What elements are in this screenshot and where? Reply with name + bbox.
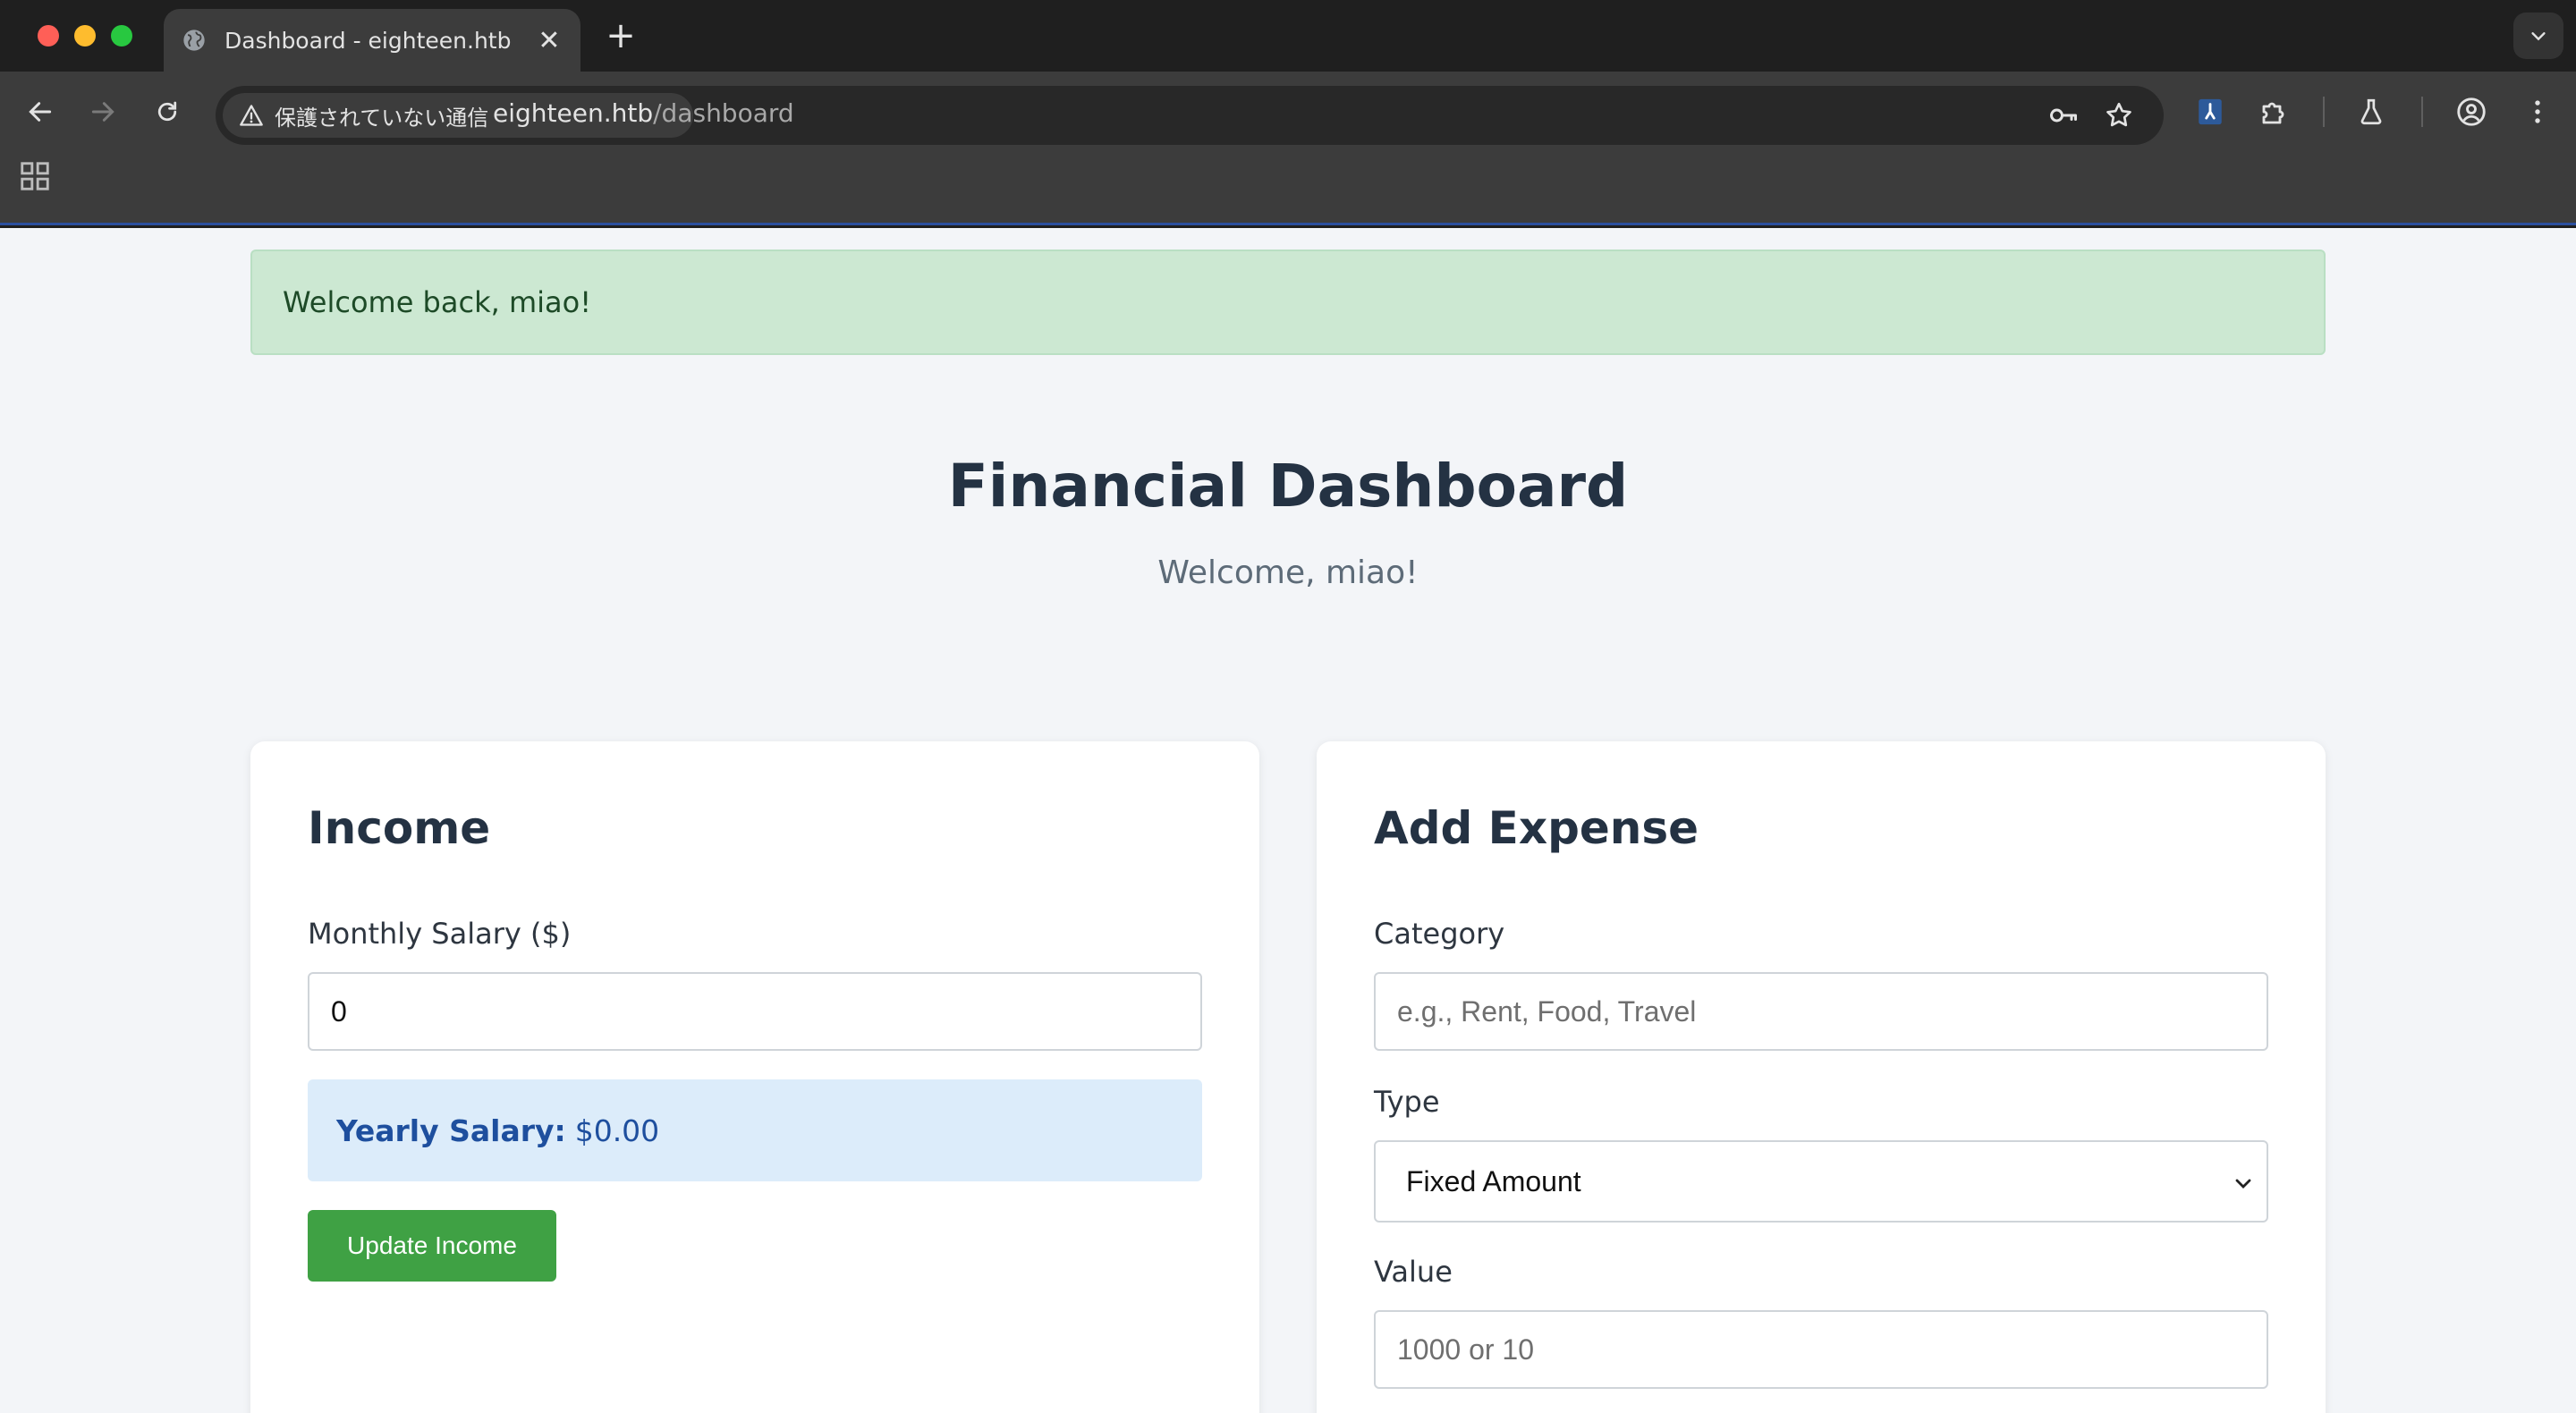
toolbar-separator — [2323, 97, 2325, 127]
tab-title: Dashboard - eighteen.htb — [225, 27, 512, 54]
browser-toolbar: 保護されていない通信 eighteen.htb/dashboard — [0, 72, 2576, 225]
chevron-down-icon — [2235, 1179, 2251, 1189]
security-label: 保護されていない通信 — [275, 105, 489, 131]
reload-button[interactable] — [145, 89, 190, 134]
key-icon — [2050, 108, 2077, 123]
page-title: Financial Dashboard — [947, 452, 1629, 520]
password-key-button[interactable] — [2047, 99, 2080, 131]
puzzle-icon — [2262, 102, 2284, 124]
page-content: Welcome back, miao! Financial Dashboard … — [0, 228, 2576, 1413]
yearly-salary-label: Yearly Salary: — [336, 1113, 566, 1148]
globe-icon — [183, 30, 205, 51]
flask-icon — [2360, 98, 2382, 125]
new-tab-button[interactable]: + — [601, 16, 640, 55]
url-text[interactable]: eighteen.htb/dashboard — [493, 98, 794, 128]
toolbar-separator — [2421, 97, 2423, 127]
address-bar[interactable]: 保護されていない通信 eighteen.htb/dashboard — [216, 86, 2164, 145]
value-label: Value — [1374, 1255, 1453, 1289]
window-maximize-button[interactable] — [111, 25, 132, 47]
income-card: Income Monthly Salary ($) Yearly Salary:… — [250, 741, 1259, 1413]
tab-search-button[interactable] — [2513, 13, 2563, 59]
monthly-salary-input[interactable] — [308, 972, 1202, 1051]
reload-icon — [157, 101, 177, 122]
chevron-down-icon — [2531, 32, 2546, 41]
url-host: eighteen.htb — [493, 98, 654, 128]
window-close-button[interactable] — [38, 25, 59, 47]
type-select[interactable]: Fixed Amount — [1374, 1140, 2268, 1223]
alert-message: Welcome back, miao! — [283, 285, 592, 319]
profile-button[interactable] — [2451, 91, 2492, 132]
account-circle-icon — [2457, 97, 2486, 126]
yearly-salary-box: Yearly Salary: $0.00 — [308, 1079, 1202, 1181]
success-alert: Welcome back, miao! — [250, 250, 2326, 355]
window-minimize-button[interactable] — [74, 25, 96, 47]
salary-label: Monthly Salary ($) — [308, 917, 572, 951]
tab-dashboard[interactable]: Dashboard - eighteen.htb ✕ — [164, 9, 580, 72]
window-controls — [38, 25, 132, 47]
forward-arrow-icon — [91, 102, 114, 122]
category-input[interactable] — [1374, 972, 2268, 1051]
expense-heading: Add Expense — [1374, 802, 1699, 854]
bookmark-star-button[interactable] — [2103, 99, 2135, 131]
tab-close-icon[interactable]: ✕ — [536, 25, 563, 56]
income-heading: Income — [308, 802, 491, 854]
forward-button[interactable] — [80, 89, 125, 134]
warning-triangle-icon — [240, 105, 263, 126]
tab-strip: Dashboard - eighteen.htb ✕ + — [0, 0, 2576, 72]
menu-button[interactable] — [2517, 91, 2558, 132]
type-selected-value: Fixed Amount — [1406, 1164, 1581, 1197]
url-path: /dashboard — [653, 98, 794, 128]
apps-button[interactable] — [18, 159, 52, 193]
back-arrow-icon — [29, 102, 52, 122]
category-label: Category — [1374, 917, 1505, 951]
extensions-button[interactable] — [2254, 91, 2295, 132]
extension-button[interactable] — [2190, 91, 2231, 132]
page-subtitle: Welcome, miao! — [1157, 554, 1419, 591]
type-label: Type — [1374, 1085, 1440, 1119]
update-income-button[interactable]: Update Income — [308, 1210, 556, 1282]
back-button[interactable] — [18, 89, 63, 134]
labs-button[interactable] — [2351, 91, 2392, 132]
star-icon — [2106, 102, 2131, 127]
add-expense-card: Add Expense Category Type Fixed Amount V… — [1317, 741, 2326, 1413]
extension-icon — [2199, 98, 2222, 125]
browser-window: Dashboard - eighteen.htb ✕ + 保護されていない通信 … — [0, 0, 2576, 1413]
value-input[interactable] — [1374, 1310, 2268, 1389]
apps-grid-icon — [21, 162, 49, 190]
yearly-salary-value: $0.00 — [574, 1113, 660, 1148]
kebab-menu-icon — [2535, 100, 2540, 123]
